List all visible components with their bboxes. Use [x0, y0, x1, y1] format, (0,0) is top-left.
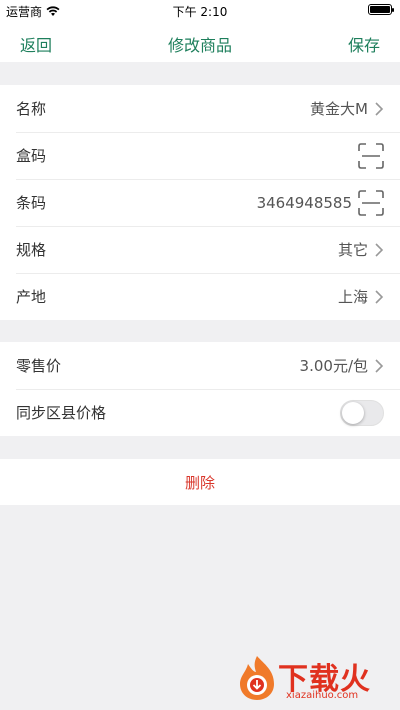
row-spec[interactable]: 规格 其它	[0, 226, 400, 273]
row-value: 3464948585	[256, 193, 352, 212]
page-title: 修改商品	[167, 36, 232, 55]
chevron-right-icon	[375, 289, 384, 304]
row-box-code: 盒码	[0, 132, 400, 179]
row-label: 规格	[16, 241, 47, 259]
status-time: 下午 2:10	[172, 5, 228, 19]
row-label: 同步区县价格	[16, 404, 107, 422]
row-label: 零售价	[16, 357, 62, 375]
row-retail-price[interactable]: 零售价 3.00元/包	[0, 342, 400, 389]
row-value: 其它	[337, 241, 368, 259]
row-label: 条码	[16, 194, 47, 212]
toggle-knob	[342, 401, 364, 424]
row-label: 产地	[16, 288, 47, 306]
row-name[interactable]: 名称 黄金大M	[0, 85, 400, 132]
delete-button[interactable]: 删除	[0, 459, 400, 505]
flame-logo-icon	[240, 656, 274, 700]
chevron-right-icon	[375, 242, 384, 257]
product-info-group: 名称 黄金大M 盒码 条码 3464948585 规格 其它 产地 上海	[0, 85, 400, 320]
chevron-right-icon	[375, 101, 384, 116]
watermark-url: xiazaihuo.com	[286, 690, 359, 701]
nav-bar: 返回 修改商品 保存	[0, 22, 400, 62]
scan-icon[interactable]	[358, 189, 384, 216]
status-bar: 运营商 下午 2:10	[0, 0, 400, 22]
battery-icon	[368, 4, 394, 15]
row-origin[interactable]: 产地 上海	[0, 273, 400, 320]
sync-price-toggle[interactable]	[340, 399, 384, 426]
row-value: 黄金大M	[310, 100, 368, 118]
row-label: 名称	[16, 100, 47, 118]
row-barcode: 条码 3464948585	[0, 179, 400, 226]
row-value: 3.00元/包	[299, 357, 368, 375]
row-label: 盒码	[16, 147, 47, 165]
row-value: 上海	[337, 288, 368, 306]
delete-group: 删除	[0, 459, 400, 505]
chevron-right-icon	[375, 358, 384, 373]
battery-fill	[370, 6, 390, 13]
watermark: 下载火 xiazaihuo.com	[234, 654, 394, 706]
price-group: 零售价 3.00元/包 同步区县价格	[0, 342, 400, 436]
save-button[interactable]: 保存	[348, 32, 380, 56]
row-sync-county-price: 同步区县价格	[0, 389, 400, 436]
scan-icon[interactable]	[358, 142, 384, 169]
